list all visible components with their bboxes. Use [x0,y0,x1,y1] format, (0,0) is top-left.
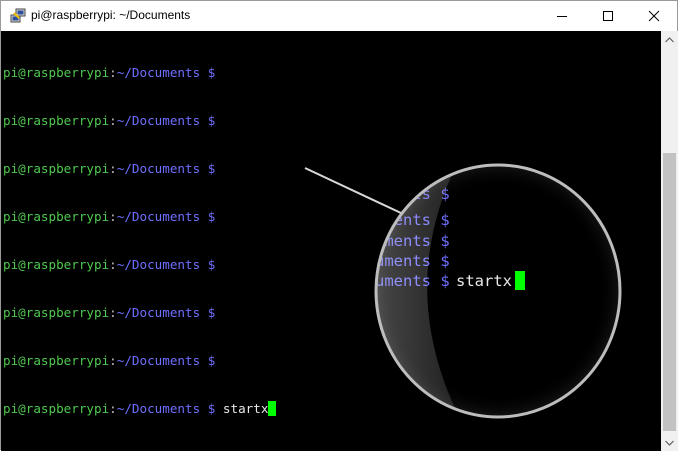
prompt-separator: : [109,209,117,224]
maximize-button[interactable] [585,1,631,31]
terminal-lines: pi@raspberrypi:~/Documents $ pi@raspberr… [3,33,277,449]
window-title: pi@raspberrypi: ~/Documents [31,8,191,22]
terminal-line: pi@raspberrypi:~/Documents $ [3,113,276,129]
prompt-path: ~/Documents $ [116,401,216,416]
scrollbar-thumb[interactable] [663,153,676,431]
prompt-path: ~/Documents $ [116,113,216,128]
terminal-window: pi@raspberrypi: ~/Documents pi@raspberry… [0,0,678,451]
chevron-down-icon [665,440,674,446]
terminal-line: pi@raspberrypi:~/Documents $ [3,65,276,81]
prompt-separator: : [109,305,117,320]
terminal-output[interactable]: pi@raspberrypi:~/Documents $ pi@raspberr… [1,31,661,451]
maximize-icon [603,11,613,21]
prompt-separator: : [109,161,117,176]
prompt-user: pi@raspberrypi [3,113,110,128]
terminal-line: pi@raspberrypi:~/Documents $ [3,209,276,225]
prompt-user: pi@raspberrypi [3,353,110,368]
prompt-user: pi@raspberrypi [3,161,110,176]
prompt-user: pi@raspberrypi [3,305,110,320]
prompt-user: pi@raspberrypi [3,257,110,272]
putty-app-icon [10,8,26,23]
terminal-line-current: pi@raspberrypi:~/Documents $ startx [3,401,277,417]
prompt-path: ~/Documents $ [116,65,216,80]
minimize-icon [557,16,567,17]
typed-command: startx [222,401,269,416]
prompt-separator: : [109,401,117,416]
prompt-separator: : [109,353,117,368]
prompt-path: ~/Documents $ [116,209,216,224]
prompt-path: ~/Documents $ [116,353,216,368]
title-bar[interactable]: pi@raspberrypi: ~/Documents [1,1,677,31]
scroll-down-button[interactable] [661,434,678,451]
prompt-path: ~/Documents $ [116,161,216,176]
prompt-separator: : [109,113,117,128]
close-icon [648,10,660,22]
scroll-up-button[interactable] [661,31,678,48]
prompt-user: pi@raspberrypi [3,209,110,224]
chevron-up-icon [665,36,674,42]
vertical-scrollbar[interactable] [661,31,678,451]
prompt-path: ~/Documents $ [116,257,216,272]
terminal-line: pi@raspberrypi:~/Documents $ [3,257,276,273]
prompt-user: pi@raspberrypi [3,401,110,416]
prompt-separator: : [109,257,117,272]
prompt-separator: : [109,65,117,80]
terminal-line: pi@raspberrypi:~/Documents $ [3,305,276,321]
minimize-button[interactable] [539,1,585,31]
text-cursor [268,401,277,416]
terminal-line: pi@raspberrypi:~/Documents $ [3,353,276,369]
close-button[interactable] [631,1,677,31]
terminal-line: pi@raspberrypi:~/Documents $ [3,161,276,177]
prompt-path: ~/Documents $ [116,305,216,320]
prompt-user: pi@raspberrypi [3,65,110,80]
